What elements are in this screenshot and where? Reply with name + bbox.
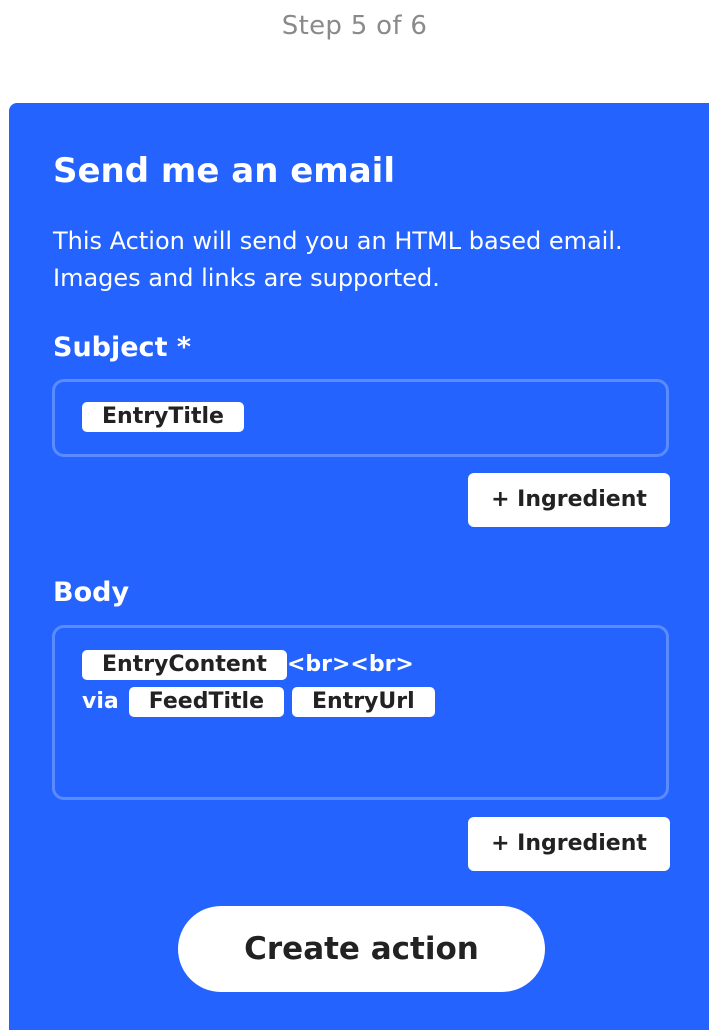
subject-label: Subject * <box>53 332 191 363</box>
body-field[interactable]: EntryContent <br><br> via FeedTitle EntryUr… <box>52 625 669 800</box>
ingredient-pill-entry-title[interactable]: EntryTitle <box>82 402 244 432</box>
subject-field[interactable]: EntryTitle <box>52 379 669 457</box>
body-add-ingredient-button[interactable]: + Ingredient <box>468 817 670 871</box>
step-indicator: Step 5 of 6 <box>281 11 428 41</box>
body-text-br-tags: <br><br> <box>286 652 414 677</box>
body-line-1: EntryContent <br><br> <box>82 650 414 680</box>
ingredient-pill-entry-url[interactable]: EntryUrl <box>292 687 435 717</box>
subject-field-content: EntryTitle <box>82 402 244 432</box>
action-card: Send me an email This Action will send y… <box>9 103 709 1030</box>
ingredient-pill-entry-content[interactable]: EntryContent <box>82 650 287 680</box>
body-line-2: via FeedTitle EntryUrl <box>82 687 435 717</box>
ingredient-pill-feed-title[interactable]: FeedTitle <box>128 687 284 717</box>
create-action-button[interactable]: Create action <box>178 906 545 992</box>
body-label: Body <box>53 577 130 608</box>
subject-add-ingredient-button[interactable]: + Ingredient <box>468 473 670 527</box>
action-description: This Action will send you an HTML based … <box>53 227 623 292</box>
action-title: Send me an email <box>53 151 395 191</box>
body-text-via: via <box>82 689 119 714</box>
